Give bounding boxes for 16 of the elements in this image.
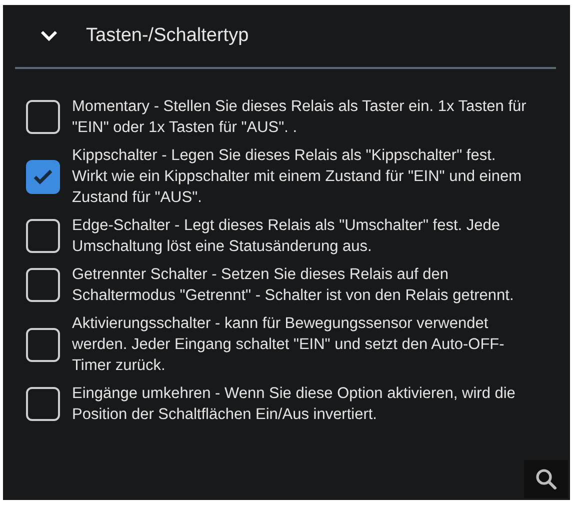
checkbox[interactable] [26, 387, 60, 421]
section-title: Tasten-/Schaltertyp [86, 25, 249, 47]
checkbox[interactable] [26, 219, 60, 253]
option-label: Momentary - Stellen Sie dieses Relais als Taster ein. 1x Tasten für "EIN" oder 1x Tasten für "AUS". . [72, 97, 528, 138]
checkbox[interactable] [26, 100, 60, 134]
option-label: Eingänge umkehren - Wenn Sie diese Option aktivieren, wird die Position der Schaltflächen Ein/Aus invertiert. [72, 384, 516, 425]
check-icon [32, 168, 54, 186]
option-label: Edge-Schalter - Legt dieses Relais als "Umschalter" fest. Jede Umschaltung löst eine Statusänderung aus. [72, 216, 501, 257]
search-icon [534, 467, 558, 491]
checkbox[interactable] [26, 268, 60, 302]
search-button[interactable] [524, 460, 568, 498]
option-label: Kippschalter - Legen Sie dieses Relais als "Kippschalter" fest. Wirkt wie ein Kippschalter mit einem Zustand für "EIN" und einem Zustand für "AUS". [72, 146, 522, 208]
checkbox[interactable] [26, 160, 60, 194]
checkbox[interactable] [26, 328, 60, 362]
option-label: Aktivierungsschalter - kann für Bewegungssensor verwendet werden. Jeder Eingang schaltet "EIN" und setzt den Auto-OFF-Timer zurück. [72, 314, 506, 376]
option-label: Getrennter Schalter - Setzen Sie dieses Relais auf den Schaltermodus "Getrennt" - Schalter ist von den Relais getrennt. [72, 265, 515, 306]
